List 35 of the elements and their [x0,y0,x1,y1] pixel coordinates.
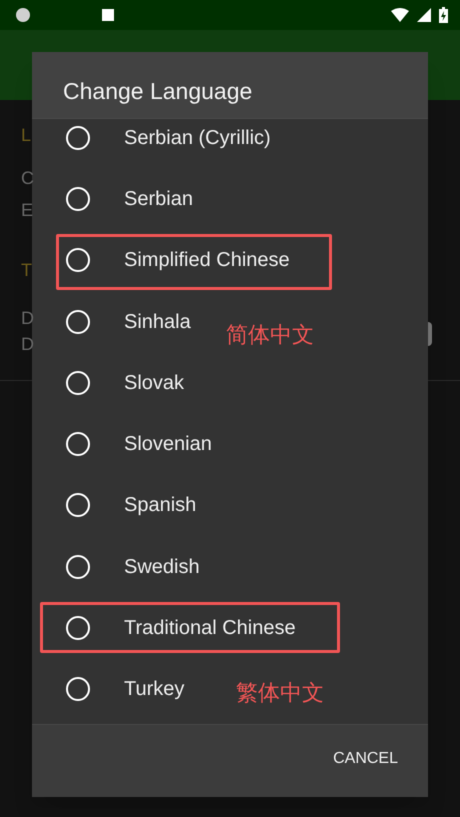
background-text: D [21,307,34,330]
dialog-title: Change Language [63,76,252,106]
language-option[interactable]: Swedish [124,552,200,582]
radio-button[interactable] [66,310,90,334]
signal-icon [417,8,431,22]
radio-button[interactable] [66,432,90,456]
radio-button[interactable] [66,677,90,702]
radio-button[interactable] [66,493,90,518]
wifi-icon [391,8,409,22]
background-text: E [21,199,34,222]
radio-button[interactable] [66,186,90,211]
language-option[interactable]: Traditional Chinese [124,613,296,644]
language-option[interactable]: Slovenian [124,429,212,460]
background-text: C [21,167,34,190]
language-option[interactable]: Serbian (Cyrillic) [124,122,271,153]
radio-button[interactable] [66,126,90,150]
language-option[interactable]: Spanish [124,490,196,520]
background-text: D [21,333,34,356]
language-option[interactable]: Simplified Chinese [124,245,290,276]
annotation-note: 繁体中文 [236,679,324,707]
language-option[interactable]: Slovak [124,368,184,398]
background-text: L [21,124,32,147]
language-option[interactable]: Sinhala [124,306,191,337]
battery-icon [439,7,448,23]
notification-icon [16,8,30,22]
radio-button[interactable] [66,616,90,640]
cancel-button[interactable]: CANCEL [333,747,398,771]
radio-button[interactable] [66,248,90,272]
radio-button[interactable] [66,370,90,395]
background-text: T [21,259,32,282]
app-icon [102,9,114,21]
radio-button[interactable] [66,554,90,579]
language-option[interactable]: Serbian [124,184,193,214]
annotation-note: 简体中文 [226,321,314,349]
language-option[interactable]: Turkey [124,674,184,704]
